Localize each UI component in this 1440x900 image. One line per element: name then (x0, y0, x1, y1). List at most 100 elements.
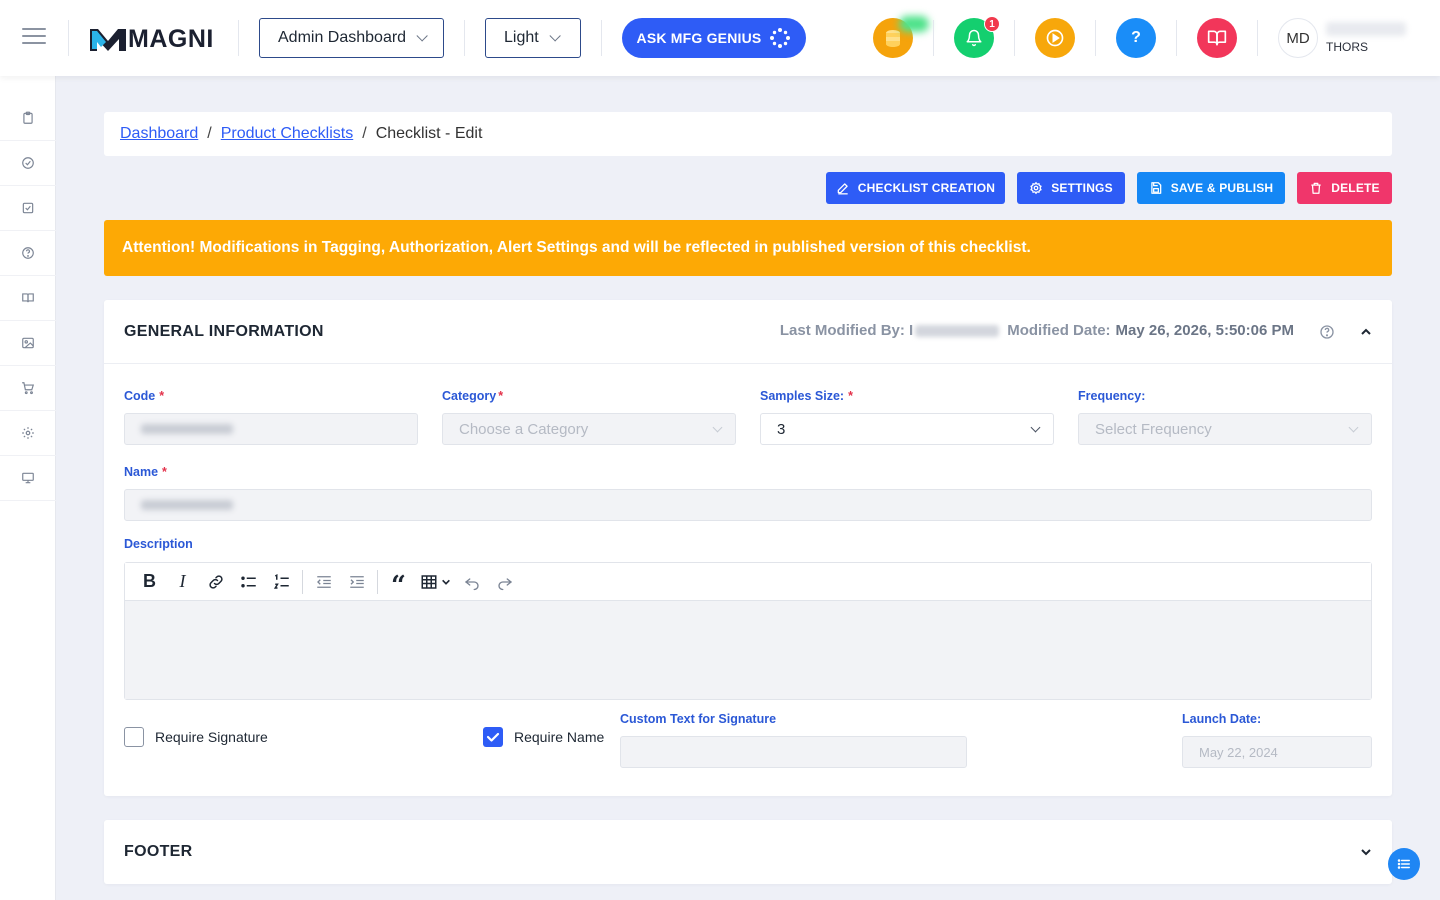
chevron-up-icon[interactable] (1360, 326, 1372, 338)
breadcrumb-product-checklists-link[interactable]: Product Checklists (221, 125, 354, 143)
delete-label: DELETE (1331, 181, 1380, 195)
bullet-list-button[interactable] (232, 567, 265, 597)
sidebar-item-tasks[interactable] (0, 186, 56, 231)
blockquote-button[interactable]: “ (382, 567, 415, 599)
outdent-button[interactable] (307, 567, 340, 597)
play-circle-icon (1046, 29, 1064, 47)
footer-section-header[interactable]: FOOTER (104, 820, 1392, 884)
sidebar-item-settings[interactable] (0, 411, 56, 456)
save-publish-button[interactable]: SAVE & PUBLISH (1137, 172, 1285, 204)
general-information-card: GENERAL INFORMATION Last Modified By: I … (104, 300, 1392, 796)
sidebar-item-store[interactable] (0, 366, 56, 411)
sparkle-icon (770, 28, 791, 48)
last-modified-user-redacted (915, 324, 1000, 337)
monitor-icon (22, 472, 34, 484)
launch-date-value: May 22, 2024 (1199, 744, 1278, 760)
general-information-header[interactable]: GENERAL INFORMATION Last Modified By: I … (104, 300, 1392, 364)
modified-date-label: Modified Date: (1007, 322, 1111, 339)
help-circle-icon[interactable] (1319, 324, 1335, 340)
custom-text-signature-input[interactable] (620, 736, 967, 768)
require-name-checkbox[interactable] (483, 727, 503, 747)
bold-button[interactable]: B (133, 567, 166, 597)
require-signature-checkbox[interactable] (124, 727, 144, 747)
code-input[interactable] (124, 413, 418, 445)
settings-button[interactable]: SETTINGS (1017, 172, 1125, 204)
divider (1014, 20, 1015, 56)
divider (238, 20, 239, 56)
category-label: Category * (442, 389, 504, 403)
table-button[interactable] (415, 567, 455, 597)
name-value-redacted (141, 500, 233, 510)
category-select[interactable]: Choose a Category (442, 413, 736, 445)
toolbar-divider (302, 569, 303, 594)
trash-icon (1311, 182, 1321, 194)
italic-button[interactable]: I (166, 567, 199, 597)
redo-button[interactable] (488, 567, 521, 597)
question-mark-icon: ? (1131, 29, 1141, 46)
help-button[interactable]: ? (1116, 18, 1156, 58)
checkmark-icon (486, 732, 500, 742)
avatar[interactable]: MD (1278, 18, 1318, 58)
notification-count-badge: 1 (984, 16, 1000, 32)
coins-button[interactable] (873, 16, 929, 58)
save-publish-label: SAVE & PUBLISH (1170, 181, 1274, 195)
divider (601, 20, 602, 56)
launch-date-input[interactable]: May 22, 2024 (1182, 736, 1372, 768)
list-menu-button[interactable] (1388, 848, 1420, 880)
samples-size-label: Samples Size: * (760, 389, 853, 403)
bullet-list-icon (240, 576, 256, 587)
divider (1095, 20, 1096, 56)
sidebar-item-media[interactable] (0, 321, 56, 366)
launch-date-label: Launch Date: (1182, 712, 1262, 726)
link-button[interactable] (199, 567, 232, 597)
table-icon (421, 574, 436, 589)
delete-button[interactable]: DELETE (1297, 172, 1392, 204)
chevron-down-icon[interactable] (1360, 846, 1372, 858)
breadcrumb-current: Checklist - Edit (375, 125, 483, 142)
numbered-list-button[interactable] (265, 567, 298, 597)
sidebar (0, 76, 56, 900)
theme-select[interactable]: Light (485, 18, 581, 58)
breadcrumb-dashboard-link[interactable]: Dashboard (120, 125, 198, 143)
checklist-creation-label: CHECKLIST CREATION (857, 181, 996, 195)
book-icon (22, 293, 34, 303)
divider (933, 20, 934, 56)
footer-section-title: FOOTER (124, 843, 193, 860)
book-open-icon (1207, 30, 1227, 46)
dashboard-select[interactable]: Admin Dashboard (259, 18, 444, 58)
help-circle-icon (22, 247, 34, 259)
bold-icon: B (143, 571, 156, 591)
brand-logo[interactable]: MAGNI (90, 24, 214, 54)
indent-button[interactable] (340, 567, 373, 597)
description-label: Description (124, 537, 193, 551)
menu-toggle-icon[interactable] (22, 28, 46, 48)
chevron-down-icon (712, 422, 723, 433)
sidebar-item-checklists[interactable] (0, 96, 56, 141)
undo-button[interactable] (455, 567, 488, 597)
checklist-creation-button[interactable]: CHECKLIST CREATION (826, 172, 1005, 204)
docs-button[interactable] (1197, 18, 1237, 58)
sidebar-item-approvals[interactable] (0, 141, 56, 186)
sidebar-item-library[interactable] (0, 276, 56, 321)
description-textarea[interactable] (125, 601, 1371, 699)
last-modified-label: Last Modified By: I (779, 322, 914, 339)
sidebar-item-help[interactable] (0, 231, 56, 276)
user-name-redacted (1326, 22, 1406, 36)
divider (1257, 20, 1258, 56)
general-information-title: GENERAL INFORMATION (124, 322, 324, 340)
name-input[interactable] (124, 489, 1372, 521)
user-organization: THORS (1326, 40, 1368, 54)
video-tutorial-button[interactable] (1035, 18, 1075, 58)
bell-icon (966, 29, 982, 47)
ask-mfg-genius-button[interactable]: ASK MFG GENIUS (622, 18, 806, 58)
frequency-select[interactable]: Select Frequency (1078, 413, 1372, 445)
coin-balance-badge (899, 16, 929, 32)
samples-size-select[interactable]: 3 (760, 413, 1054, 445)
dashboard-select-value: Admin Dashboard (278, 29, 407, 46)
check-square-icon (22, 202, 34, 214)
chevron-down-icon (416, 30, 428, 42)
settings-label: SETTINGS (1051, 181, 1113, 195)
notifications-button[interactable]: 1 (954, 16, 1000, 58)
sidebar-item-display[interactable] (0, 456, 56, 501)
theme-select-value: Light (504, 29, 539, 46)
